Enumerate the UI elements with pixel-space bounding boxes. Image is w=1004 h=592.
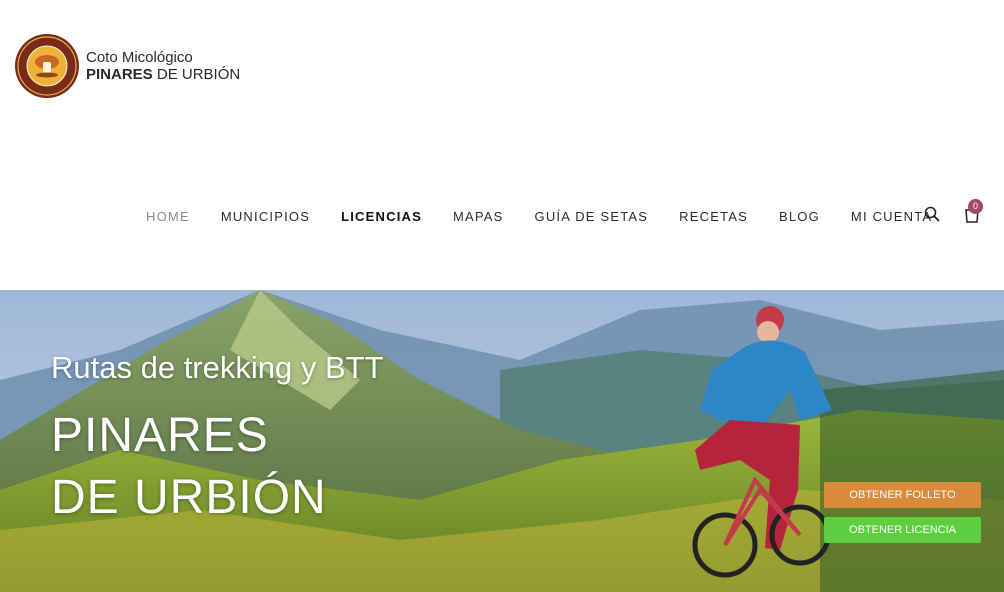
nav-item-recetas[interactable]: RECETAS: [679, 209, 748, 224]
nav-item-guia-de-setas[interactable]: GUÍA DE SETAS: [535, 209, 649, 224]
cart-count-badge: 0: [968, 199, 983, 214]
logo-line2-bold: PINARES: [86, 66, 153, 83]
hero-title-line2: DE URBIÓN: [51, 471, 327, 524]
nav-item-mapas[interactable]: MAPAS: [453, 209, 504, 224]
obtener-licencia-button[interactable]: OBTENER LICENCIA: [824, 517, 981, 543]
logo-seal-icon: [15, 34, 79, 98]
nav-item-blog[interactable]: BLOG: [779, 209, 820, 224]
logo-line1: Coto Micológico: [86, 49, 193, 66]
nav-item-licencias[interactable]: LICENCIAS: [341, 209, 422, 224]
nav-item-municipios[interactable]: MUNICIPIOS: [221, 209, 310, 224]
logo-line2-rest: DE URBIÓN: [152, 66, 241, 83]
nav-item-home[interactable]: HOME: [146, 209, 190, 224]
main-nav: HOME MUNICIPIOS LICENCIAS MAPAS GUÍA DE …: [146, 206, 963, 226]
nav-item-mi-cuenta[interactable]: MI CUENTA: [851, 209, 932, 224]
hero-subtitle: Rutas de trekking y BTT: [51, 350, 384, 385]
logo-line2: PINARES DE URBIÓN: [86, 66, 240, 83]
hero-title: PINARES DE URBIÓN: [51, 405, 327, 529]
search-icon[interactable]: [924, 206, 940, 222]
hero-title-line1: PINARES: [51, 409, 269, 462]
obtener-folleto-button[interactable]: OBTENER FOLLETO: [824, 482, 981, 508]
site-logo[interactable]: Coto Micológico PINARES DE URBIÓN: [14, 33, 240, 99]
